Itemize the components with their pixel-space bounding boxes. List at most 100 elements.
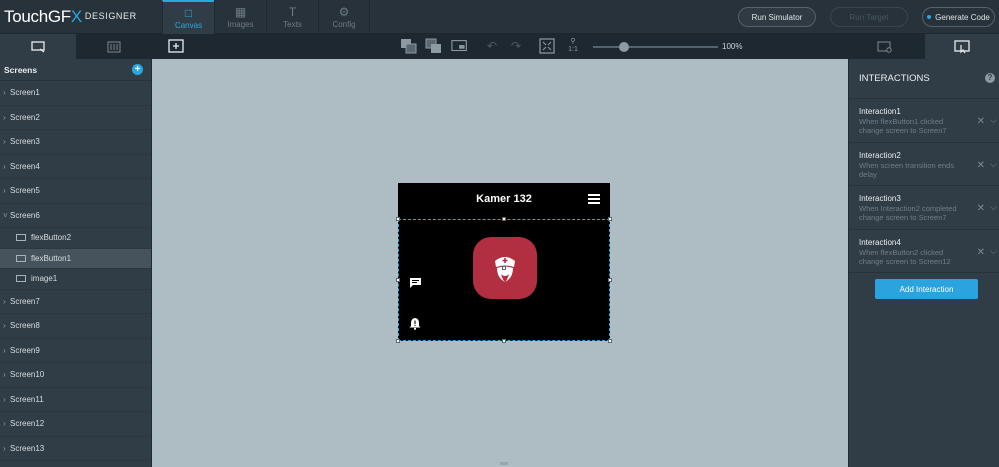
screen-item-screen10[interactable]: › Screen10 [0,363,151,388]
device-screen-preview[interactable]: Kamer 132 [396,183,612,343]
interaction-item[interactable]: Interaction3 When Interaction2 completed c… [849,186,999,230]
plus-icon: + [134,64,141,75]
hamburger-menu-icon[interactable] [588,194,600,204]
delete-interaction-icon[interactable]: ✕ [977,116,985,127]
widget-item-flexbutton2[interactable]: flexButton2 [0,228,151,249]
canvas-icon: □ [184,5,193,20]
widget-item-flexbutton1[interactable]: flexButton1 [0,248,151,269]
screen-item-screen6[interactable]: ˅ Screen6 [0,204,151,228]
chevron-right-icon[interactable]: › [0,186,10,195]
images-icon: ▦ [234,4,247,19]
send-backward-button[interactable] [425,37,443,55]
resize-handle-right[interactable] [608,278,612,282]
chevron-right-icon[interactable]: › [0,321,10,330]
expand-chevron-icon[interactable]: ⌵ [990,202,997,213]
redo-button[interactable]: ↷ [507,37,525,55]
expand-chevron-icon[interactable]: ⌵ [990,246,997,257]
tree-item-label: Screen2 [10,112,40,122]
button-widget-icon [16,254,26,262]
app-logo: TouchGFX DESIGNER [4,7,137,26]
group-icon [451,40,467,52]
screen-settings-tab[interactable] [848,34,922,59]
undo-icon: ↶ [486,39,498,53]
screen-item-screen5[interactable]: › Screen5 [0,179,151,204]
interaction-item[interactable]: Interaction1 When flexButton1 clicked chan… [849,99,999,143]
canvas-scroll-grip[interactable] [500,462,508,465]
screen-item-screen2[interactable]: › Screen2 [0,106,151,130]
chevron-right-icon[interactable]: › [0,370,10,379]
zoom-reset-button[interactable]: ⚲ 1:1 [564,37,582,55]
tree-item-label: Screen10 [10,370,45,380]
anchor-handle[interactable] [502,266,506,270]
tree-item-label: Screen7 [10,296,40,306]
screen-item-screen1[interactable]: › Screen1 [0,81,151,106]
resize-handle-left[interactable] [396,278,400,282]
add-interaction-button[interactable]: Add Interaction [875,279,978,299]
undo-button[interactable]: ↶ [483,37,501,55]
selected-flexbutton1[interactable] [396,217,612,343]
widget-item-image1[interactable]: image1 [0,269,151,290]
zoom-slider[interactable] [593,42,718,52]
interaction-action: delay [859,169,877,179]
screen-item-screen9[interactable]: › Screen9 [0,339,151,363]
add-interaction-label: Add Interaction [899,284,954,294]
app-icon[interactable] [473,237,537,299]
group-button[interactable] [451,37,469,55]
design-canvas[interactable]: Kamer 132 [152,59,848,467]
screen-item-screen3[interactable]: › Screen3 [0,130,151,155]
resize-handle-bottom-left[interactable] [396,339,400,343]
resize-handle-top-left[interactable] [396,217,400,221]
expand-chevron-icon[interactable]: ⌵ [990,159,997,170]
run-simulator-button[interactable]: Run Simulator [738,7,816,27]
run-target-button[interactable]: Run Target [830,7,908,27]
screen-item-screen13[interactable]: › Screen13 [0,437,151,461]
screen-item-screen11[interactable]: › Screen11 [0,388,151,412]
add-widget-button[interactable] [167,37,185,55]
resize-handle-top-right[interactable] [608,217,612,221]
chevron-down-icon[interactable]: ˅ [0,211,10,220]
resize-handle-top[interactable] [502,217,506,221]
bring-forward-button[interactable] [400,37,418,55]
tab-canvas-label: Canvas [174,20,203,30]
chevron-right-icon[interactable]: › [0,395,10,404]
config-icon: ⚙ [338,4,350,19]
chevron-right-icon[interactable]: › [0,162,10,171]
add-icon [168,39,184,53]
screen-item-screen4[interactable]: › Screen4 [0,155,151,179]
screen-item-screen7[interactable]: › Screen7 [0,290,151,314]
interaction-item[interactable]: Interaction2 When screen transition ends d… [849,143,999,186]
chevron-right-icon[interactable]: › [0,88,10,97]
screen-item-screen12[interactable]: › Screen12 [0,412,151,437]
chat-icon[interactable] [409,277,422,292]
help-icon[interactable]: ? [985,73,995,83]
chevron-right-icon[interactable]: › [0,113,10,122]
tab-texts[interactable]: T Texts [266,0,318,34]
fit-screen-button[interactable] [538,37,556,55]
screens-header-label: Screens [4,64,38,75]
resize-handle-bottom-right[interactable] [608,339,612,343]
screens-view-tab[interactable] [0,34,76,59]
delete-interaction-icon[interactable]: ✕ [977,247,985,258]
properties-view-tab[interactable] [76,34,152,59]
bell-alert-icon[interactable] [409,317,421,333]
tab-images[interactable]: ▦ Images [214,0,266,34]
delete-interaction-icon[interactable]: ✕ [977,160,985,171]
add-screen-button[interactable]: + [132,64,143,75]
delete-interaction-icon[interactable]: ✕ [977,203,985,214]
expand-chevron-icon[interactable]: ⌵ [990,115,997,126]
chevron-right-icon[interactable]: › [0,137,10,146]
resize-handle-bottom[interactable] [502,339,506,343]
tree-item-label: flexButton1 [31,253,72,263]
interaction-item[interactable]: Interaction4 When flexButton2 clicked chan… [849,230,999,273]
tab-canvas[interactable]: □ Canvas [162,0,214,34]
screen-item-screen8[interactable]: › Screen8 [0,314,151,339]
interaction-action: change screen to Screen12 [859,256,951,266]
chevron-right-icon[interactable]: › [0,297,10,306]
device-title: Kamer 132 [476,193,532,205]
tab-config[interactable]: ⚙ Config [318,0,370,34]
generate-code-button[interactable]: Generate Code [922,7,995,27]
chevron-right-icon[interactable]: › [0,419,10,428]
chevron-right-icon[interactable]: › [0,346,10,355]
interactions-tab[interactable] [925,34,999,59]
chevron-right-icon[interactable]: › [0,444,10,453]
